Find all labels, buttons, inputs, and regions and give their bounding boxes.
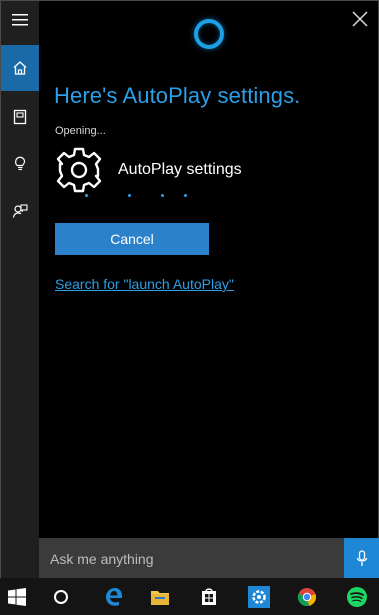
edge-icon: [106, 587, 123, 606]
edge-taskbar-button[interactable]: [97, 578, 131, 615]
setting-title: AutoPlay settings: [118, 161, 242, 178]
cortana-panel: Here's AutoPlay settings. Opening... Aut…: [39, 1, 378, 579]
store-taskbar-button[interactable]: [192, 578, 226, 615]
lightbulb-icon: [15, 156, 26, 171]
search-box[interactable]: [39, 538, 344, 579]
hamburger-icon: [12, 14, 28, 26]
feedback-icon: [12, 204, 28, 218]
spotify-taskbar-button[interactable]: [340, 578, 374, 615]
loading-dot: [128, 194, 131, 197]
search-input[interactable]: [50, 538, 330, 579]
cortana-taskbar-button[interactable]: [44, 578, 78, 615]
notebook-button[interactable]: [1, 94, 39, 140]
file-explorer-icon: [151, 590, 169, 605]
start-icon: [8, 587, 26, 606]
loading-dot: [161, 194, 164, 197]
settings-icon: [248, 585, 270, 608]
left-rail: [1, 1, 39, 579]
cortana-icon: [54, 589, 68, 604]
cortana-window: Here's AutoPlay settings. Opening... Aut…: [0, 0, 379, 615]
microphone-button[interactable]: [344, 538, 379, 579]
file-explorer-taskbar-button[interactable]: [143, 578, 177, 615]
taskbar: [0, 578, 379, 615]
cancel-button[interactable]: Cancel: [55, 223, 209, 255]
home-button[interactable]: [1, 45, 39, 91]
chrome-taskbar-button[interactable]: [290, 578, 324, 615]
status-text: Opening...: [55, 125, 106, 137]
search-web-link[interactable]: Search for "launch AutoPlay": [55, 276, 234, 292]
response-heading: Here's AutoPlay settings.: [54, 83, 301, 108]
cortana-logo-icon: [194, 19, 224, 49]
store-icon: [202, 587, 216, 605]
chrome-icon: [297, 587, 317, 606]
start-button[interactable]: [0, 578, 34, 615]
reminders-button[interactable]: [1, 140, 39, 186]
close-icon[interactable]: [350, 9, 370, 29]
spotify-icon: [347, 586, 367, 607]
settings-taskbar-button[interactable]: [242, 578, 276, 615]
gear-icon: [56, 147, 102, 193]
loading-dot: [184, 194, 187, 197]
feedback-button[interactable]: [1, 188, 39, 234]
notebook-icon: [13, 109, 27, 125]
microphone-icon: [356, 549, 367, 566]
loading-dot: [85, 194, 88, 197]
loading-indicator: [85, 194, 205, 200]
home-icon: [13, 61, 27, 75]
hamburger-menu-button[interactable]: [1, 1, 39, 39]
